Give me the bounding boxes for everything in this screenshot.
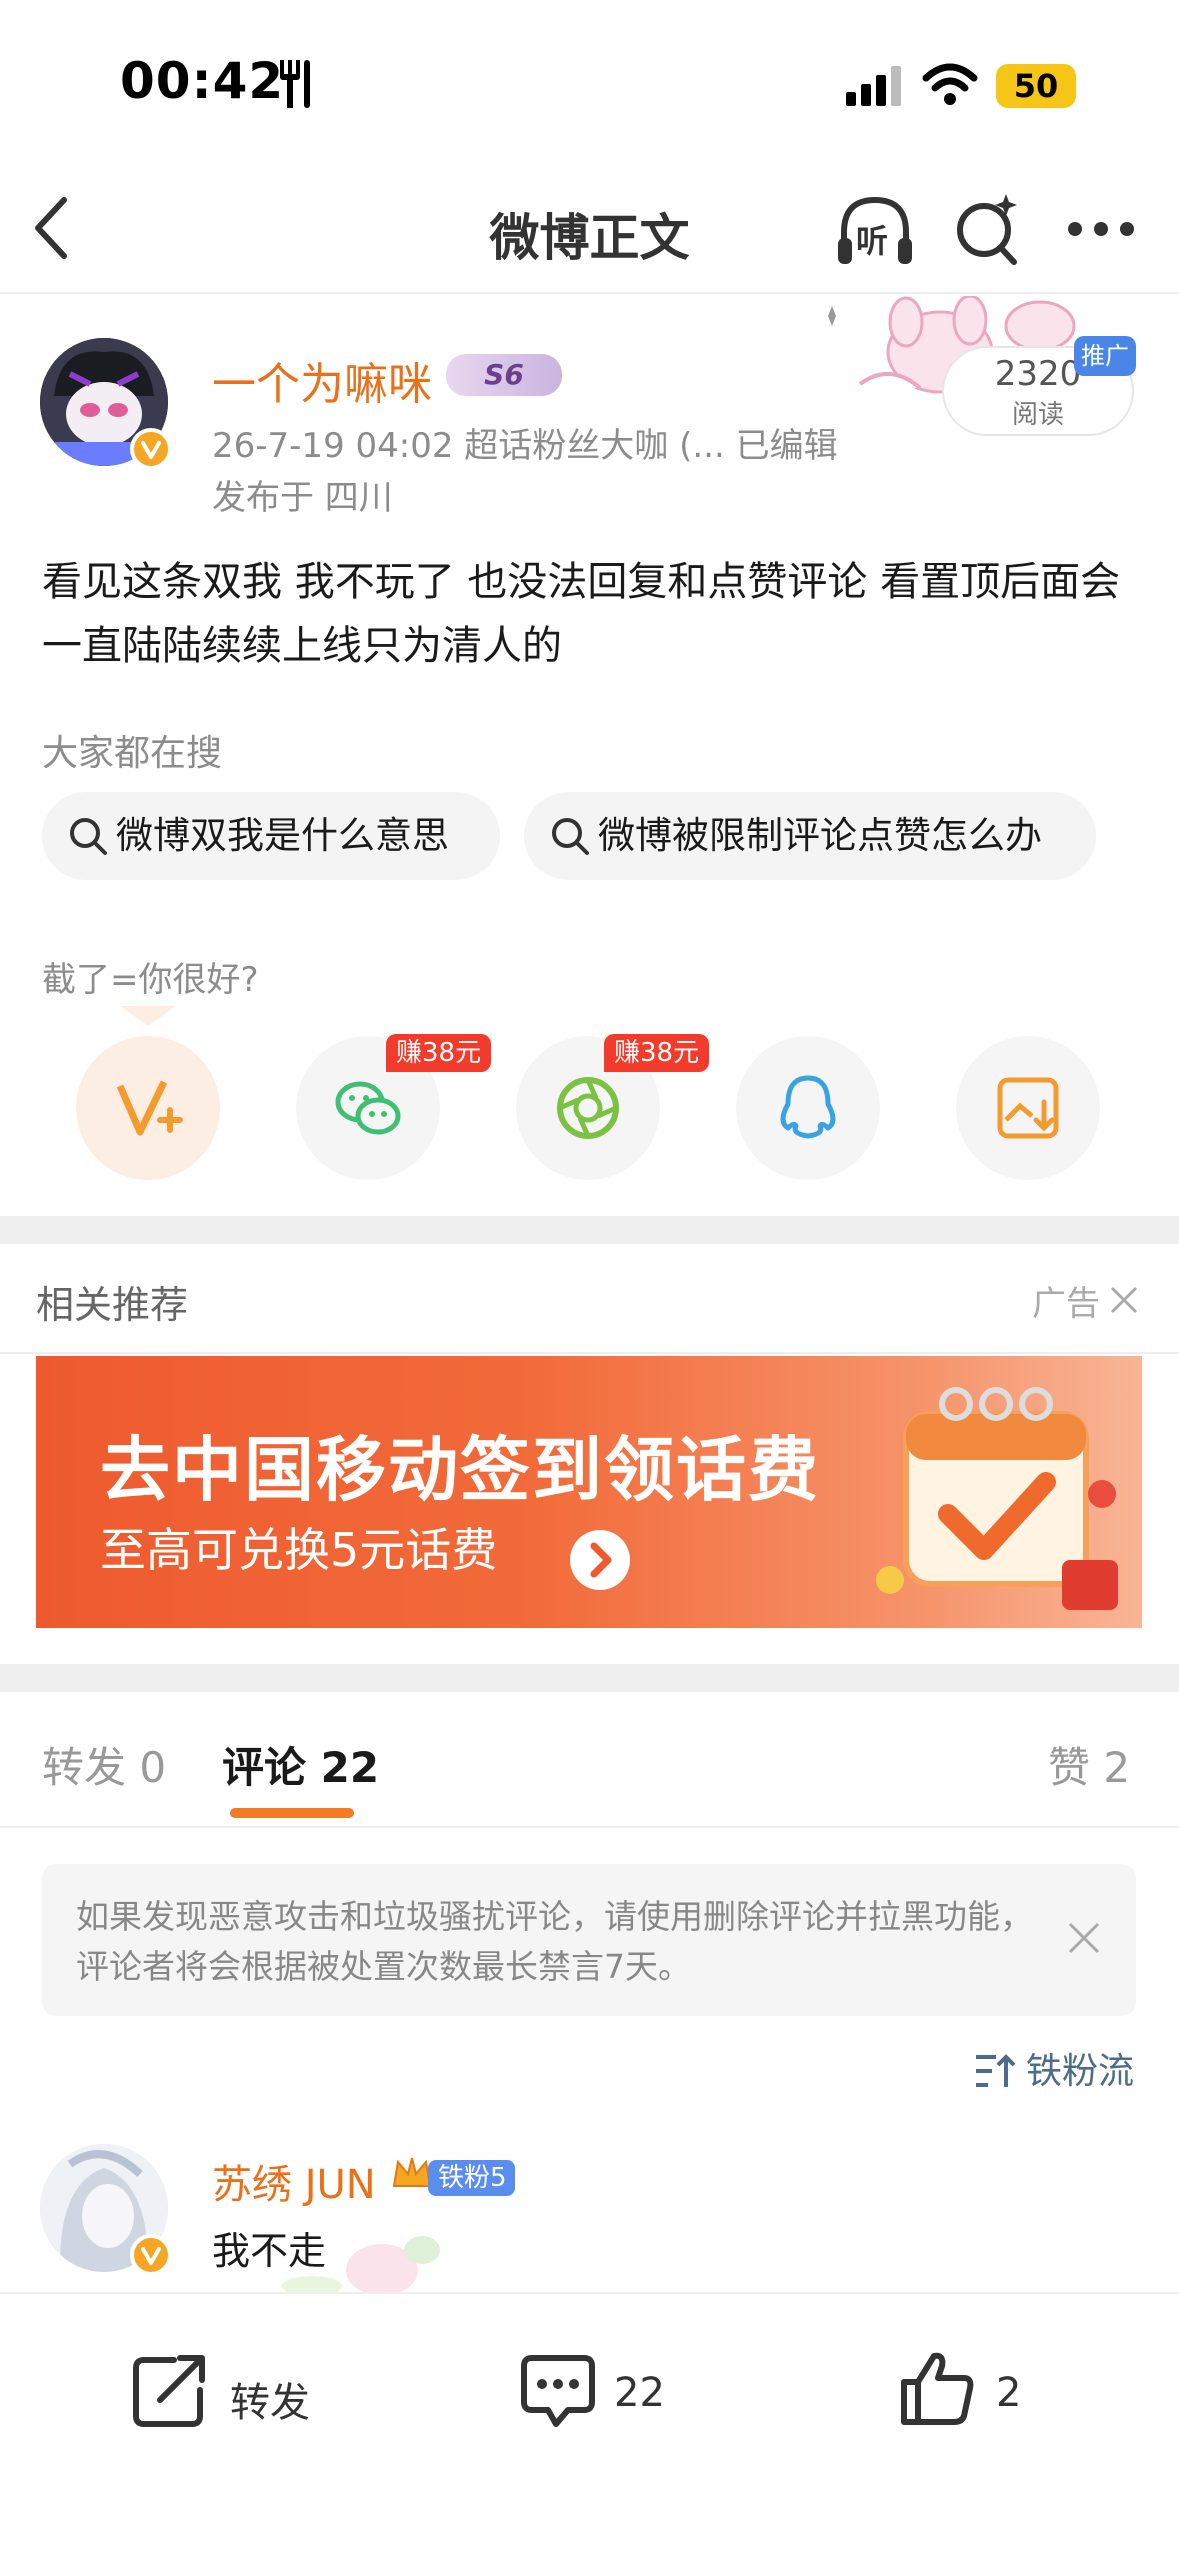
repost-label: 转发 [230, 2380, 310, 2426]
read-label: 阅读 [1011, 400, 1064, 430]
like-count: 2 [996, 2370, 1022, 2416]
qq-icon [780, 1075, 836, 1139]
comment-count: 22 [614, 2370, 665, 2416]
tab-repost[interactable]: 转发 0 [42, 1734, 166, 1795]
verified-badge-icon [130, 428, 172, 470]
listen-button[interactable]: 听 [834, 194, 916, 270]
tooltip-pointer [120, 1006, 176, 1026]
tab-like-count: 2 [1103, 1743, 1131, 1792]
search-chip[interactable]: 微博被限制评论点赞怎么办 [524, 792, 1096, 880]
fan-level-badge: S6 [446, 354, 562, 396]
search-icon [552, 818, 589, 855]
more-options-icon[interactable] [1066, 220, 1136, 238]
tab-like-label: 赞 [1048, 1743, 1091, 1792]
post-meta: 26-7-19 04:02 超话粉丝大咖 (... 已编辑 [212, 426, 838, 466]
ad-label: 广告 [1032, 1284, 1100, 1324]
search-icon [70, 818, 107, 855]
author-name[interactable]: 一个为嘛咪 [212, 348, 432, 412]
status-bar: 00:42 50 [0, 0, 1179, 160]
clock: 00:42 [120, 52, 285, 110]
divider [0, 1352, 1179, 1354]
close-notice-icon[interactable] [1066, 1920, 1102, 1956]
active-tab-indicator [230, 1808, 354, 1818]
battery-indicator: 50 [996, 64, 1076, 108]
listen-label: 听 [856, 222, 889, 260]
close-ad-icon[interactable] [1108, 1284, 1140, 1316]
notice-text: 如果发现恶意攻击和垃圾骚扰评论，请使用删除评论并拉黑功能，评论者将会根据被处置次… [76, 1897, 1033, 1986]
like-button[interactable]: 2 [898, 2344, 1078, 2444]
tab-comment-count: 22 [320, 1743, 380, 1792]
cellular-signal-icon [846, 66, 901, 106]
wechat-icon [335, 1081, 401, 1135]
earn-badge: 赚38元 [604, 1034, 710, 1072]
ad-banner-title: 去中国移动签到领话费 [100, 1429, 820, 1511]
share-qq-button[interactable] [736, 1036, 880, 1180]
divider [0, 1826, 1179, 1828]
related-heading: 相关推荐 [36, 1283, 189, 1327]
search-chip-label: 微博被限制评论点赞怎么办 [598, 814, 1042, 857]
tab-repost-count: 0 [139, 1743, 167, 1792]
repost-button[interactable]: 转发 [130, 2344, 350, 2444]
comment-sticker [282, 2236, 440, 2294]
moderation-notice: 如果发现恶意攻击和垃圾骚扰评论，请使用删除评论并拉黑功能，评论者将会根据被处置次… [42, 1864, 1136, 2016]
arrow-right-circle-icon [570, 1530, 630, 1590]
post-text: 看见这条双我 我不玩了 也没法回复和点赞评论 看置顶后面会一直陆陆续续上线只为清… [42, 559, 1121, 669]
sort-icon [976, 2054, 1016, 2087]
sort-label: 铁粉流 [1026, 2051, 1135, 2092]
save-image-icon [997, 1077, 1059, 1139]
search-suggestions-heading: 大家都在搜 [42, 733, 223, 774]
search-chip-label: 微博双我是什么意思 [116, 814, 449, 857]
earn-badge: 赚38元 [386, 1034, 492, 1072]
share-vplus-button[interactable] [76, 1036, 220, 1180]
tab-like[interactable]: 赞 2 [1048, 1734, 1130, 1795]
comment-icon [521, 2355, 595, 2427]
ad-banner-subtitle: 至高可兑换5元话费 [100, 1523, 498, 1577]
sort-button[interactable]: 铁粉流 [974, 2042, 1134, 2094]
iron-fan-badge: 铁粉5 [428, 2160, 515, 2196]
tab-comment[interactable]: 评论 22 [222, 1734, 379, 1795]
tab-repost-label: 转发 [42, 1743, 127, 1792]
thumbs-up-icon [901, 2352, 974, 2425]
commenter-name[interactable]: 苏绣 JUN [212, 2152, 376, 2210]
wifi-icon [922, 63, 978, 105]
post-location: 发布于 四川 [212, 478, 393, 518]
calendar-check-icon [876, 1387, 1118, 1610]
dining-icon [280, 60, 310, 108]
save-image-button[interactable] [956, 1036, 1100, 1180]
repost-icon [133, 2355, 205, 2427]
tab-comment-label: 评论 [222, 1743, 307, 1792]
post-tagline: 截了=你很好? [42, 960, 259, 1000]
comment-button[interactable]: 22 [518, 2344, 718, 2444]
section-divider [0, 1664, 1179, 1692]
bottom-action-bar: 转发 22 2 [0, 2292, 1179, 2556]
promo-tag: 推广 [1074, 336, 1136, 376]
ad-banner[interactable]: 去中国移动签到领话费 至高可兑换5元话费 [36, 1356, 1142, 1628]
nav-bar: 微博正文 听 [0, 160, 1179, 294]
moments-icon [557, 1077, 619, 1139]
search-chip[interactable]: 微博双我是什么意思 [42, 792, 500, 880]
search-sparkle-icon[interactable] [954, 190, 1022, 266]
verified-badge-icon [130, 2234, 172, 2276]
vplus-icon [116, 1080, 183, 1136]
section-divider [0, 1216, 1179, 1244]
